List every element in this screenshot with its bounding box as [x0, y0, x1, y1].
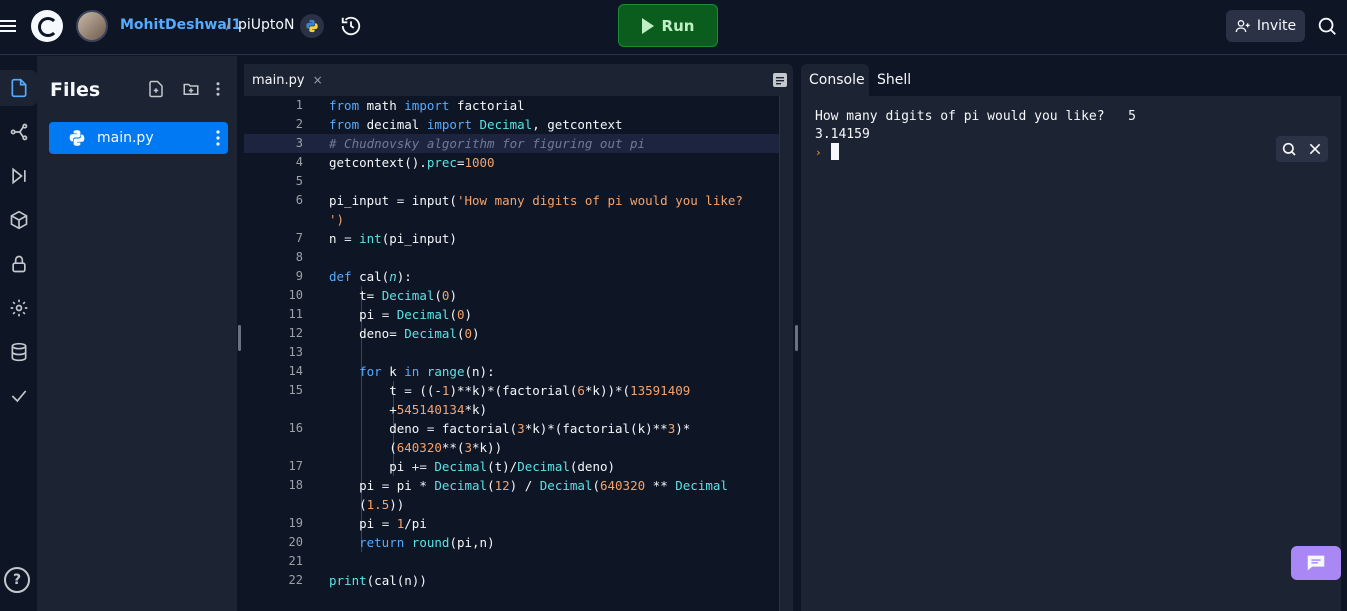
repl-name[interactable]: piUptoN	[238, 17, 294, 33]
check-icon	[11, 390, 26, 403]
console-tab-bar: Console Shell	[801, 64, 1341, 96]
code-line: 12 deno= Decimal(0)	[288, 326, 480, 341]
run-button[interactable]: Run	[618, 4, 718, 47]
code-line: 5	[295, 174, 303, 188]
code-line-wrap: (640320**(3*k))	[329, 440, 503, 455]
replit-logo-icon[interactable]	[31, 10, 63, 42]
code-line: 6 pi_input = input('How many digits of pi…	[295, 193, 743, 208]
code-line: 22 print(cal(n))	[288, 573, 427, 588]
code-line: 16 deno = factorial(3*k)*(factorial(k)**…	[288, 421, 691, 436]
tool-sidebar: ?	[0, 56, 37, 611]
file-options-icon[interactable]	[216, 130, 220, 146]
editor-tab-bar: main.py ×	[244, 64, 793, 96]
lock-icon	[11, 255, 26, 273]
code-line: 9 def cal(n):	[295, 269, 412, 284]
console-output-line: 3.14159	[815, 127, 870, 142]
code-line: 4 getcontext().prec=1000	[295, 155, 495, 170]
code-line: 7n = int(pi_input)	[295, 231, 457, 246]
code-line: 15 t = ((-1)**k)*(factorial(6*k))*(13591…	[288, 383, 691, 398]
kebab-menu-icon[interactable]	[209, 80, 227, 98]
breadcrumb-separator: /	[226, 17, 231, 33]
menu-icon[interactable]	[0, 17, 16, 37]
search-icon[interactable]	[1281, 141, 1297, 157]
debugger-tool-button[interactable]	[0, 158, 37, 194]
files-title: Files	[50, 79, 101, 101]
git-branch-icon	[10, 123, 27, 141]
gear-icon	[10, 299, 27, 317]
code-line: 2 from decimal import Decimal, getcontext	[295, 117, 623, 132]
tab-main-py[interactable]: main.py ×	[244, 64, 324, 96]
code-line: 8	[295, 250, 303, 264]
python-file-icon	[69, 130, 85, 146]
panel-resize-handle[interactable]	[795, 325, 798, 351]
package-icon	[10, 210, 27, 230]
file-icon	[11, 78, 26, 98]
code-line: 20 return round(pi,n)	[288, 535, 495, 550]
close-icon[interactable]: ×	[313, 73, 323, 87]
python-language-icon[interactable]	[300, 14, 324, 38]
step-forward-icon	[11, 167, 26, 185]
top-bar: MohitDeshwal1 / piUptoN Run Invite	[0, 0, 1347, 55]
panel-resize-handle[interactable]	[238, 325, 241, 351]
console-prompt: ›	[815, 146, 822, 159]
code-line: 3 # Chudnovsky algorithm for figuring out…	[244, 134, 779, 153]
file-name: main.py	[97, 130, 154, 146]
add-user-icon	[1235, 20, 1250, 33]
git-tool-button[interactable]	[0, 114, 37, 150]
code-line-wrap: +545140134*k)	[329, 402, 488, 417]
search-icon[interactable]	[1316, 15, 1338, 37]
code-line: 19 pi = 1/pi	[288, 516, 427, 531]
settings-tool-button[interactable]	[0, 290, 37, 326]
avatar[interactable]	[76, 10, 108, 42]
console-output[interactable]: How many digits of pi would you like? 5 …	[801, 96, 1341, 611]
invite-label: Invite	[1256, 18, 1297, 34]
editor-menu-icon[interactable]	[773, 73, 787, 87]
chat-icon	[1307, 555, 1325, 571]
database-icon	[11, 342, 26, 362]
database-tool-button[interactable]	[0, 334, 37, 370]
code-line: 21	[288, 554, 303, 568]
console-search-controls	[1276, 136, 1328, 162]
tab-shell-label: Shell	[877, 72, 912, 88]
packages-tool-button[interactable]	[0, 202, 37, 238]
run-label: Run	[661, 16, 695, 35]
new-folder-icon[interactable]	[182, 80, 200, 98]
console-output-line: How many digits of pi would you like? 5	[815, 109, 1136, 124]
tab-console[interactable]: Console	[801, 64, 869, 96]
code-line: 18 pi = pi * Decimal(12) / Decimal(64032…	[288, 478, 728, 493]
chat-support-button[interactable]	[1291, 546, 1341, 580]
history-icon[interactable]	[340, 15, 362, 37]
close-icon[interactable]	[1307, 141, 1323, 157]
tab-shell[interactable]: Shell	[869, 64, 925, 96]
code-line: 11 pi = Decimal(0)	[288, 307, 473, 322]
console-pane: Console Shell How many digits of pi woul…	[801, 64, 1341, 611]
files-panel: Files main.py	[37, 56, 237, 611]
tab-console-label: Console	[809, 72, 865, 88]
file-item-main-py[interactable]: main.py	[49, 122, 228, 154]
code-line: 14 for k in range(n):	[288, 364, 495, 379]
unit-tests-tool-button[interactable]	[0, 378, 37, 414]
code-line: 10 t= Decimal(0)	[288, 288, 457, 303]
editor-scrollbar[interactable]	[779, 96, 793, 611]
secrets-tool-button[interactable]	[0, 246, 37, 282]
code-line-wrap: (1.5))	[329, 497, 405, 512]
files-tool-button[interactable]	[0, 70, 37, 106]
invite-button[interactable]: Invite	[1226, 10, 1305, 42]
console-cursor	[831, 143, 839, 160]
code-editor-pane: main.py × 1 from math import factorial 2f…	[244, 64, 793, 611]
help-button[interactable]: ?	[4, 567, 30, 593]
code-line: 17 pi += Decimal(t)/Decimal(deno)	[288, 459, 616, 474]
new-file-icon[interactable]	[147, 80, 165, 98]
code-line: 1 from math import factorial	[295, 98, 525, 113]
code-area[interactable]: 1 from math import factorial 2 from decima…	[244, 96, 793, 611]
code-line: 13	[288, 345, 303, 359]
code-line-wrap: ')	[329, 212, 345, 227]
play-icon	[641, 17, 654, 34]
username-link[interactable]: MohitDeshwal1	[120, 17, 241, 33]
tab-label: main.py	[252, 72, 305, 88]
